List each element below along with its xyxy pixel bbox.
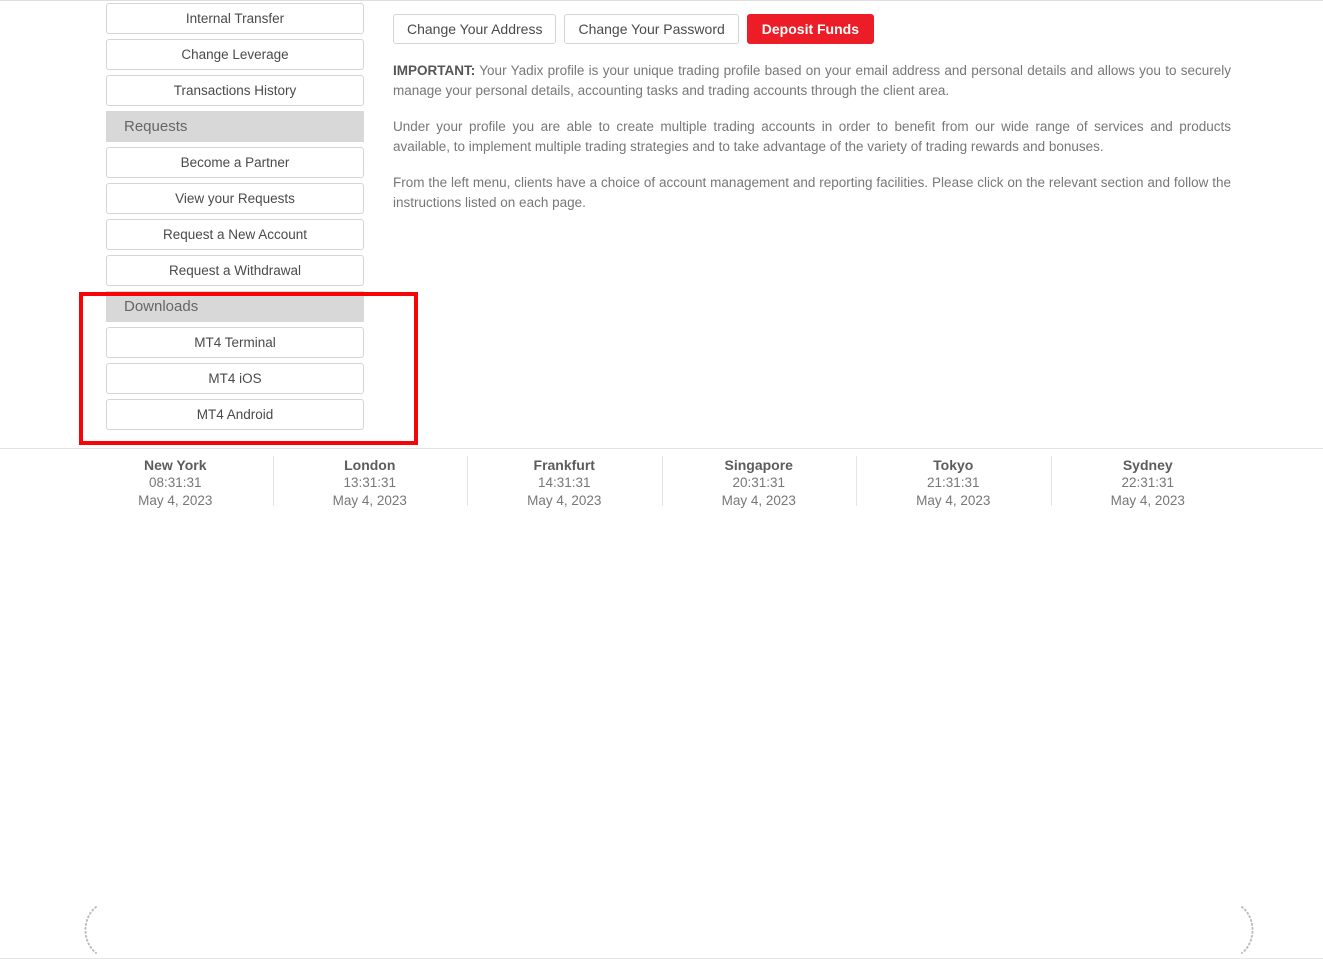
clock-city-label: Sydney [1122,457,1173,473]
sidebar-section-requests: Requests [106,111,364,142]
world-clock-sydney: Sydney 22:31:31 May 4, 2023 [1050,449,1246,508]
world-clock-london: London 13:31:31 May 4, 2023 [272,449,468,508]
clock-date-value: May 4, 2023 [721,493,796,508]
clock-date-value: May 4, 2023 [527,493,602,508]
sidebar-item-internal-transfer[interactable]: Internal Transfer [106,3,364,34]
profile-accounts-paragraph: Under your profile you are able to creat… [393,119,1231,154]
sidebar-item-request-a-new-account[interactable]: Request a New Account [106,219,364,250]
world-clock-singapore: Singapore 20:31:31 May 4, 2023 [661,449,857,508]
world-clock-footer: New York 08:31:31 May 4, 2023 London 13:… [0,448,1323,977]
sidebar-menu: Internal Transfer Change Leverage Transa… [106,3,364,435]
clock-city-label: London [344,457,396,473]
clock-date-value: May 4, 2023 [916,493,991,508]
world-clock-new-york: New York 08:31:31 May 4, 2023 [78,449,273,508]
clock-city-label: New York [143,457,207,473]
world-clock-carousel: New York 08:31:31 May 4, 2023 London 13:… [78,449,1246,508]
left-menu-paragraph: From the left menu, clients have a choic… [393,175,1231,210]
clock-time-value: 20:31:31 [732,475,786,490]
clock-time-value: 13:31:31 [343,475,397,490]
clock-date-value: May 4, 2023 [1110,493,1185,508]
world-clock-tokyo: Tokyo 21:31:31 May 4, 2023 [856,449,1051,508]
footer-baseplate [0,959,1323,977]
sidebar-item-mt4-android[interactable]: MT4 Android [106,399,364,430]
main-content: Change Your Address Change Your Password… [393,0,1233,213]
change-your-password-button[interactable]: Change Your Password [564,14,739,44]
important-notice-paragraph: IMPORTANT: Your Yadix profile is your un… [393,61,1231,101]
clock-time-value: 22:31:31 [1121,475,1175,490]
clock-date-value: May 4, 2023 [332,493,407,508]
deposit-funds-button[interactable]: Deposit Funds [746,14,875,44]
world-clock-frankfurt: Frankfurt 14:31:31 May 4, 2023 [467,449,662,508]
sidebar-item-change-leverage[interactable]: Change Leverage [106,39,364,70]
carousel-next-arrow-icon[interactable] [1238,904,1262,956]
sidebar-item-request-a-withdrawal[interactable]: Request a Withdrawal [106,255,364,286]
sidebar-item-view-your-requests[interactable]: View your Requests [106,183,364,214]
important-label: IMPORTANT: [393,63,476,78]
clock-time-value: 08:31:31 [148,475,202,490]
carousel-prev-arrow-icon[interactable] [76,904,100,956]
change-your-address-button[interactable]: Change Your Address [393,14,557,44]
sidebar-item-mt4-ios[interactable]: MT4 iOS [106,363,364,394]
sidebar-item-transactions-history[interactable]: Transactions History [106,75,364,106]
sidebar-item-become-a-partner[interactable]: Become a Partner [106,147,364,178]
sidebar-item-mt4-terminal[interactable]: MT4 Terminal [106,327,364,358]
clock-time-value: 14:31:31 [537,475,591,490]
clock-date-value: May 4, 2023 [138,493,213,508]
clock-city-label: Tokyo [933,457,974,473]
clock-city-label: Frankfurt [533,457,595,473]
important-notice-text: Your Yadix profile is your unique tradin… [393,63,1231,98]
clock-city-label: Singapore [724,457,793,473]
account-action-buttons: Change Your Address Change Your Password… [393,0,1233,44]
clock-time-value: 21:31:31 [926,475,980,490]
sidebar-section-downloads: Downloads [106,291,364,322]
